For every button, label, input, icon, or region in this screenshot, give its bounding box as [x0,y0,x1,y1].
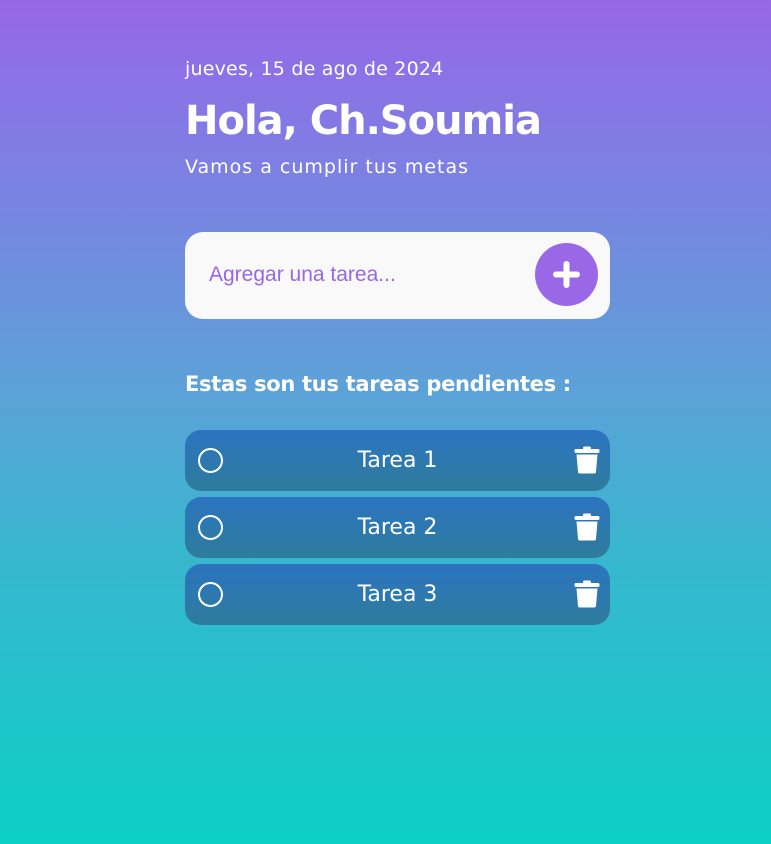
trash-icon[interactable] [574,513,600,541]
task-item: Tarea 1 [185,430,610,491]
add-task-button[interactable] [535,243,598,306]
pending-tasks-title: Estas son tus tareas pendientes : [185,372,571,396]
add-task-form [185,232,610,319]
add-task-input[interactable] [209,254,529,296]
task-label: Tarea 1 [357,448,438,473]
plus-icon [553,261,580,288]
task-item: Tarea 2 [185,497,610,558]
trash-icon[interactable] [574,580,600,608]
greeting-title: Hola, Ch.Soumia [185,98,542,144]
circle-checkbox-icon[interactable] [198,582,223,607]
task-list: Tarea 1 Tarea 2 Tarea 3 [185,430,610,631]
circle-checkbox-icon[interactable] [198,448,223,473]
circle-checkbox-icon[interactable] [198,515,223,540]
task-label: Tarea 2 [357,515,438,540]
task-item: Tarea 3 [185,564,610,625]
task-label: Tarea 3 [357,582,438,607]
trash-icon[interactable] [574,446,600,474]
greeting-subtitle: Vamos a cumplir tus metas [185,156,470,178]
current-date: jueves, 15 de ago de 2024 [185,58,444,80]
